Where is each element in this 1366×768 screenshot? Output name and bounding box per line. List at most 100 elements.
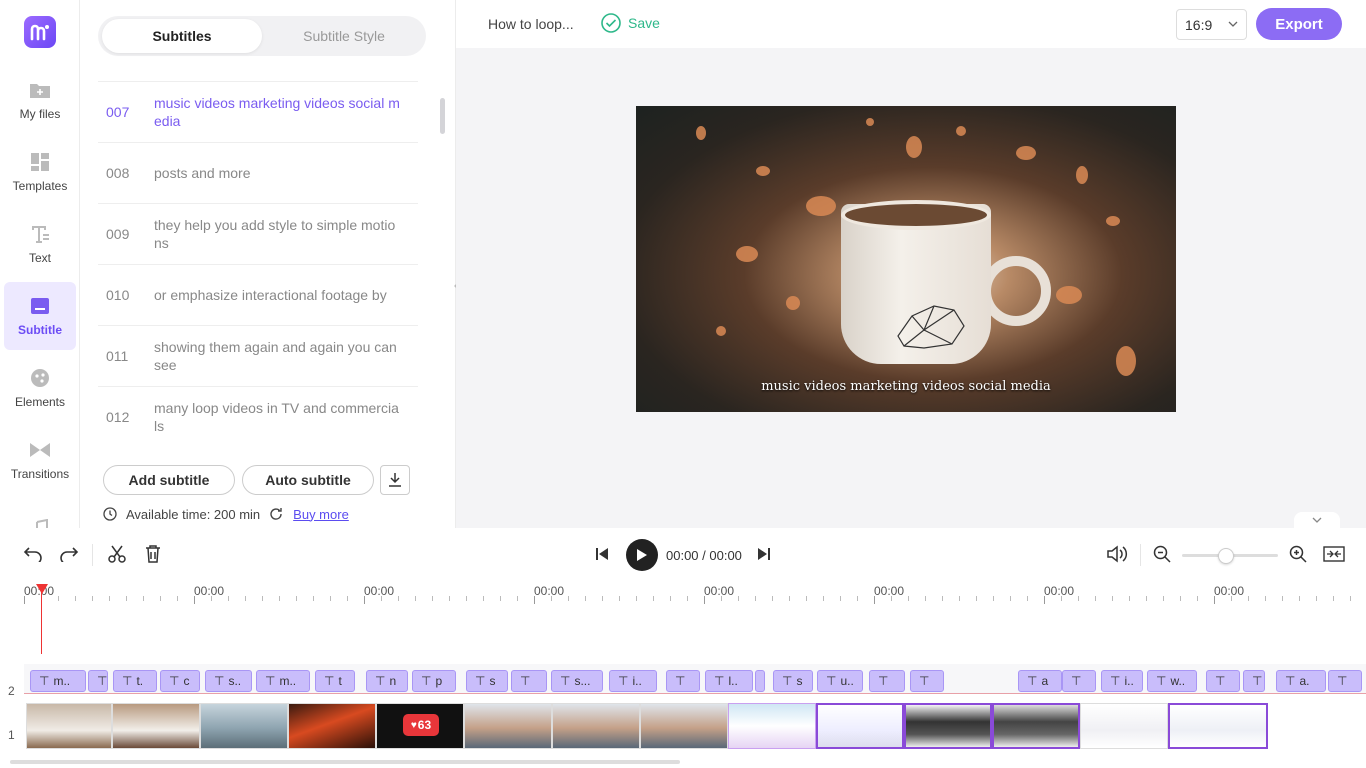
tab-subtitles[interactable]: Subtitles: [102, 19, 262, 53]
subtitle-clip[interactable]: ⊤: [88, 670, 108, 692]
play-button[interactable]: [626, 539, 658, 571]
app-logo[interactable]: [24, 16, 56, 48]
undo-button[interactable]: [21, 542, 45, 566]
subtitle-clip[interactable]: ⊤ a.: [1276, 670, 1326, 692]
subtitle-clip[interactable]: ⊤ i..: [1101, 670, 1143, 692]
folder-plus-icon: [29, 79, 51, 101]
subtitle-clip[interactable]: ⊤ t: [315, 670, 355, 692]
video-clip[interactable]: [112, 703, 200, 749]
subtitle-clip[interactable]: ⊤ s: [773, 670, 813, 692]
auto-subtitle-button[interactable]: Auto subtitle: [242, 465, 374, 495]
redo-button[interactable]: [57, 542, 81, 566]
collapse-preview-button[interactable]: [1294, 512, 1340, 528]
chevron-down-icon: [1228, 21, 1238, 27]
video-clip[interactable]: [728, 703, 816, 749]
ruler-tick: [755, 596, 756, 601]
video-clip[interactable]: [464, 703, 552, 749]
zoom-slider-handle[interactable]: [1218, 548, 1234, 564]
subtitle-row[interactable]: 012 many loop videos in TV and commercia…: [98, 386, 418, 447]
video-clip[interactable]: [640, 703, 728, 749]
subtitle-list-scrollbar[interactable]: [440, 98, 445, 134]
timeline-scrollbar[interactable]: [10, 760, 680, 764]
subtitle-text[interactable]: many loop videos in TV and commercials: [154, 399, 400, 435]
delete-button[interactable]: [141, 542, 165, 566]
subtitle-clip[interactable]: ⊤: [1062, 670, 1096, 692]
video-clip[interactable]: [552, 703, 640, 749]
subtitle-clip[interactable]: ⊤ m..: [256, 670, 310, 692]
video-preview[interactable]: music videos marketing videos social med…: [636, 106, 1176, 412]
video-clip[interactable]: [200, 703, 288, 749]
subtitle-row[interactable]: 008 posts and more: [98, 142, 418, 203]
subtitle-clip[interactable]: ⊤ a: [1018, 670, 1062, 692]
subtitle-clip[interactable]: ⊤ s..: [205, 670, 252, 692]
fit-timeline-button[interactable]: [1322, 542, 1346, 566]
nav-templates[interactable]: Templates: [4, 138, 76, 206]
subtitle-clip[interactable]: ⊤ l..: [705, 670, 753, 692]
subtitle-row[interactable]: 009 they help you add style to simple mo…: [98, 203, 418, 264]
subtitle-clip[interactable]: ⊤: [755, 670, 765, 692]
subtitle-clip[interactable]: ⊤: [511, 670, 547, 692]
export-button[interactable]: Export: [1256, 8, 1342, 40]
subtitle-clip[interactable]: ⊤ s: [466, 670, 508, 692]
timeline-ruler[interactable]: 00:00 00:00 00:00 00:00 00:00 00:00 00:00 00:00: [0, 584, 1366, 614]
subtitle-clip[interactable]: ⊤: [1328, 670, 1362, 692]
volume-button[interactable]: [1105, 542, 1129, 566]
save-button[interactable]: Save: [601, 13, 660, 33]
project-name[interactable]: How to loop...: [488, 16, 574, 32]
video-clip[interactable]: [904, 703, 992, 749]
subtitle-clip[interactable]: ⊤ i..: [609, 670, 657, 692]
video-clip[interactable]: [288, 703, 376, 749]
subtitle-clip[interactable]: ⊤: [869, 670, 905, 692]
subtitle-index: 010: [106, 287, 130, 303]
app-window: My files Templates Text Subtitle Element…: [0, 0, 1366, 768]
subtitle-clip[interactable]: ⊤ t.: [113, 670, 157, 692]
subtitle-clip[interactable]: ⊤ n: [366, 670, 408, 692]
tab-subtitle-style[interactable]: Subtitle Style: [266, 19, 422, 53]
subtitle-clip[interactable]: ⊤: [1206, 670, 1240, 692]
refresh-icon[interactable]: [269, 507, 283, 521]
nav-my-files[interactable]: My files: [4, 66, 76, 134]
subtitle-clip[interactable]: ⊤ u..: [817, 670, 863, 692]
video-clip[interactable]: [816, 703, 904, 749]
video-clip[interactable]: [1080, 703, 1168, 749]
buy-more-link[interactable]: Buy more: [293, 507, 349, 522]
subtitle-clip-label: s: [489, 674, 496, 688]
split-button[interactable]: [105, 542, 129, 566]
subtitle-row[interactable]: 011 showing them again and again you can…: [98, 325, 418, 386]
subtitle-text[interactable]: they help you add style to simple motion…: [154, 216, 400, 252]
subtitle-row[interactable]: 007 music videos marketing videos social…: [98, 81, 418, 142]
playhead[interactable]: [41, 584, 42, 654]
download-button[interactable]: [380, 465, 410, 495]
skip-to-end-button[interactable]: [752, 542, 776, 566]
skip-to-start-button[interactable]: [590, 542, 614, 566]
subtitle-text[interactable]: or emphasize interactional footage by: [154, 286, 400, 304]
nav-text[interactable]: Text: [4, 210, 76, 278]
video-clip[interactable]: [26, 703, 112, 749]
video-clip[interactable]: [1168, 703, 1268, 749]
subtitle-text[interactable]: showing them again and again you can see: [154, 338, 400, 374]
subtitle-text[interactable]: posts and more: [154, 164, 400, 182]
zoom-in-button[interactable]: [1286, 542, 1310, 566]
subtitle-clip[interactable]: ⊤ s...: [551, 670, 603, 692]
add-subtitle-button[interactable]: Add subtitle: [103, 465, 235, 495]
video-clip[interactable]: ♥ 63: [376, 703, 464, 749]
subtitle-clip[interactable]: ⊤ c: [160, 670, 200, 692]
aspect-ratio-select[interactable]: 16:9: [1176, 9, 1247, 40]
playhead-handle[interactable]: [36, 584, 48, 594]
video-clip[interactable]: [992, 703, 1080, 749]
heart-icon: ♥: [410, 719, 417, 731]
nav-music[interactable]: [4, 498, 76, 528]
subtitle-clip[interactable]: ⊤: [910, 670, 944, 692]
subtitle-text[interactable]: music videos marketing videos social med…: [154, 94, 400, 130]
subtitle-clip[interactable]: ⊤ p: [412, 670, 456, 692]
nav-elements[interactable]: Elements: [4, 354, 76, 422]
subtitle-row[interactable]: 010 or emphasize interactional footage b…: [98, 264, 418, 325]
subtitle-clip[interactable]: ⊤ w..: [1147, 670, 1197, 692]
text-clip-icon: ⊤: [1252, 674, 1263, 688]
nav-subtitle[interactable]: Subtitle: [4, 282, 76, 350]
zoom-out-button[interactable]: [1150, 542, 1174, 566]
subtitle-clip[interactable]: ⊤: [666, 670, 700, 692]
nav-transitions[interactable]: Transitions: [4, 426, 76, 494]
subtitle-clip[interactable]: ⊤: [1243, 670, 1265, 692]
subtitle-clip[interactable]: ⊤ m..: [30, 670, 86, 692]
